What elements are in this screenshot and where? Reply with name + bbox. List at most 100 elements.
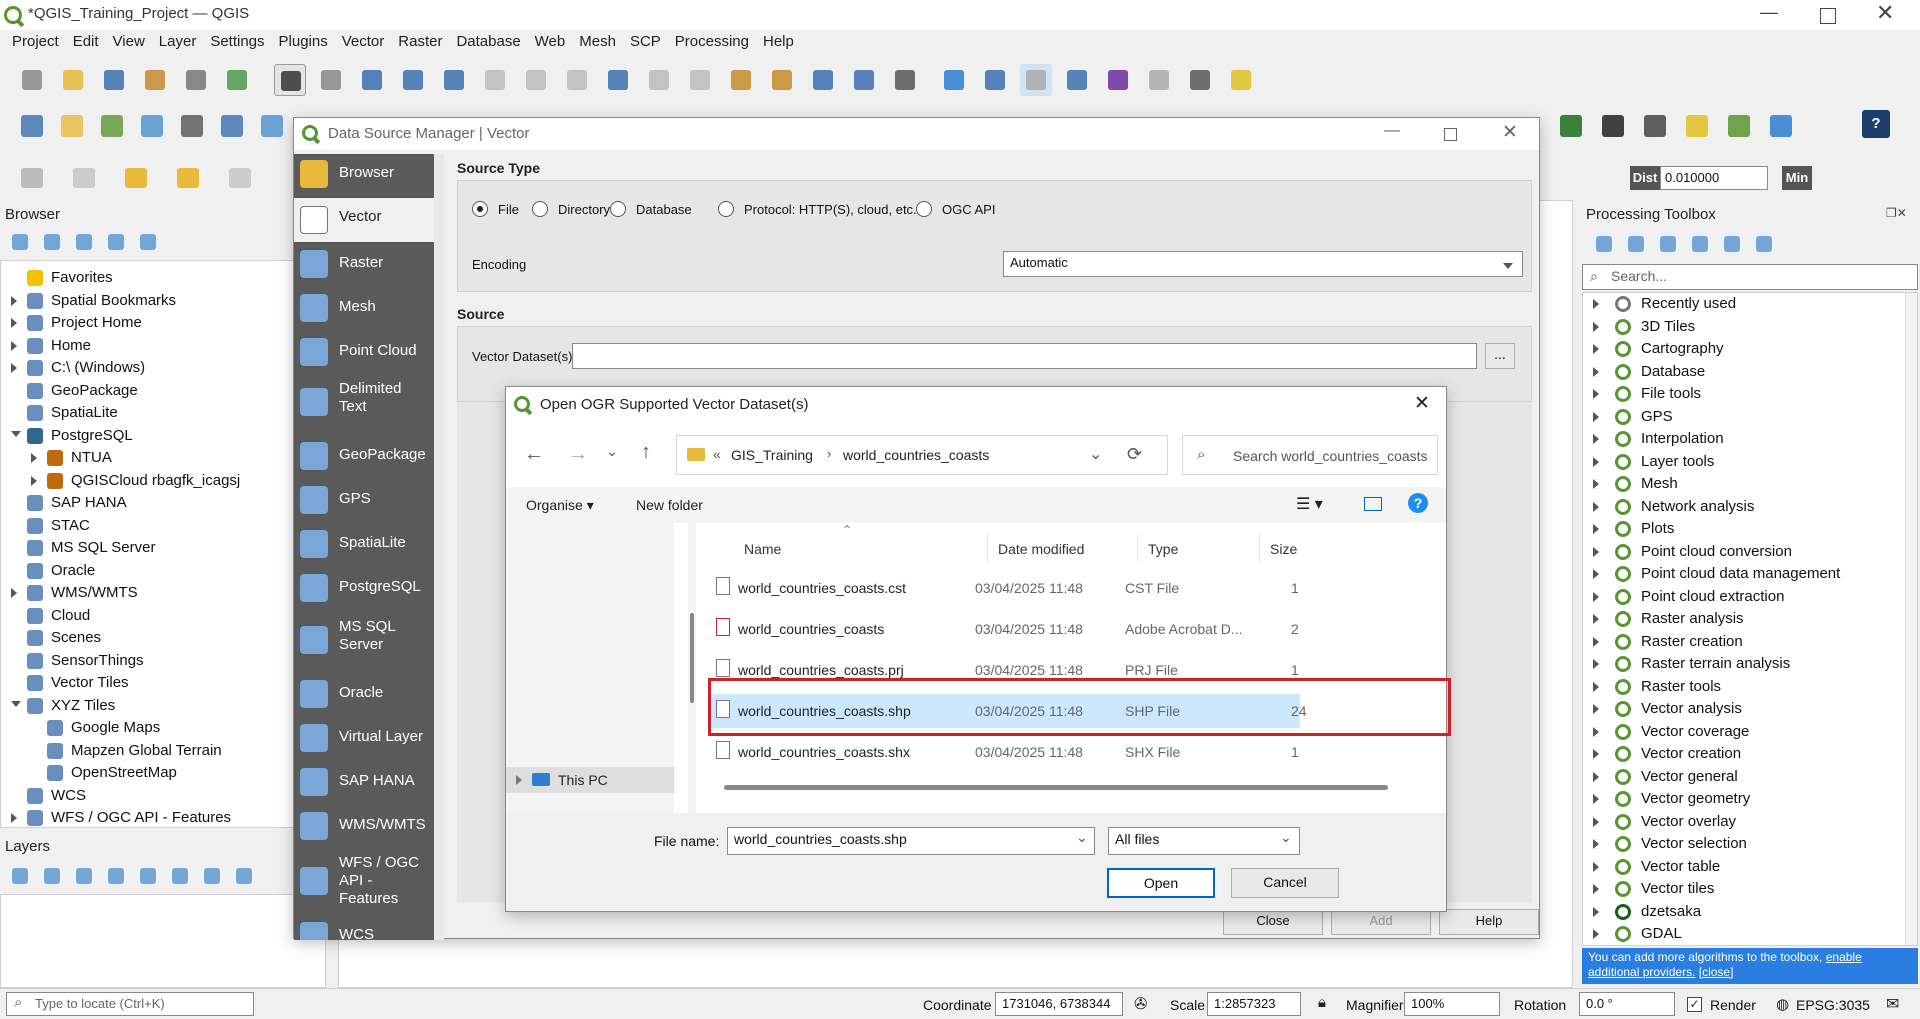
python-scripts-icon[interactable]	[1626, 234, 1646, 254]
toolbox-item-interpolation[interactable]: Interpolation	[1593, 430, 1724, 452]
edit-in-place-icon[interactable]	[1722, 234, 1742, 254]
file-row[interactable]: world_countries_coasts.shp 03/04/2025 11:…	[710, 694, 1307, 728]
browser-item-project-home[interactable]: Project Home	[11, 314, 142, 336]
path-segment-2[interactable]: world_countries_coasts	[843, 447, 989, 463]
browser-item-sensorthings[interactable]: SensorThings	[27, 652, 144, 674]
toolbox-item-point-cloud-extraction[interactable]: Point cloud extraction	[1593, 588, 1784, 610]
browse-button[interactable]: ...	[1485, 343, 1515, 369]
horizontal-scrollbar[interactable]	[724, 785, 1388, 790]
nav-item-this-pc[interactable]: This PC	[506, 767, 674, 793]
toolbox-item-layer-tools[interactable]: Layer tools	[1593, 453, 1714, 475]
view-options-icon[interactable]: ☰ ▾	[1296, 494, 1323, 514]
source-type-label[interactable]: File	[498, 202, 519, 217]
close-notice-link[interactable]: [close]	[1699, 965, 1734, 979]
annotation-icon[interactable]	[1184, 64, 1216, 96]
menu-processing[interactable]: Processing	[668, 30, 756, 53]
browser-item-stac[interactable]: STAC	[27, 517, 90, 539]
col-name[interactable]: Name	[744, 541, 781, 557]
toolbox-item-vector-selection[interactable]: Vector selection	[1593, 835, 1747, 857]
menu-raster[interactable]: Raster	[391, 30, 449, 53]
menu-settings[interactable]: Settings	[203, 30, 271, 53]
toolbox-item-gdal[interactable]: GDAL	[1593, 925, 1682, 945]
expand-arrow-icon[interactable]	[11, 363, 17, 373]
source-type-radio-protocol-http-s-cloud-etc[interactable]	[718, 201, 734, 217]
new-3d-view-icon[interactable]	[725, 64, 757, 96]
dsm-tab-browser[interactable]: Browser	[294, 154, 434, 194]
expand-arrow-icon[interactable]	[1593, 816, 1599, 827]
toolbox-item-dzetsaka[interactable]: dzetsaka	[1593, 903, 1701, 925]
browser-item-favorites[interactable]: Favorites	[27, 269, 113, 291]
zoom-native-icon[interactable]	[561, 64, 593, 96]
network-icon[interactable]	[1765, 110, 1797, 142]
new-project-icon[interactable]	[16, 64, 48, 96]
pan-to-selection-icon[interactable]	[315, 64, 347, 96]
expand-arrow-icon[interactable]	[1593, 456, 1599, 467]
expand-arrow-icon[interactable]	[31, 453, 37, 463]
dsm-tab-spatialite[interactable]: SpatiaLite	[294, 524, 434, 564]
browser-item-geopackage[interactable]: GeoPackage	[27, 382, 138, 404]
toolbox-item-vector-geometry[interactable]: Vector geometry	[1593, 790, 1750, 812]
add-group-icon[interactable]	[42, 866, 62, 886]
toolbox-item-mesh[interactable]: Mesh	[1593, 475, 1678, 497]
browser-item-wfs-ogc-api-features[interactable]: WFS / OGC API - Features	[11, 809, 231, 831]
dsm-sidebar-scrollbar[interactable]	[434, 154, 444, 940]
expand-arrow-icon[interactable]	[516, 775, 522, 785]
menu-project[interactable]: Project	[5, 30, 66, 53]
zoom-next-icon[interactable]	[643, 64, 675, 96]
toolbox-item-raster-creation[interactable]: Raster creation	[1593, 633, 1743, 655]
expand-arrow-icon[interactable]	[1593, 299, 1599, 309]
browser-item-sap-hana[interactable]: SAP HANA	[27, 494, 127, 516]
maximize-icon[interactable]	[1820, 8, 1836, 24]
crs-globe-icon[interactable]: ◍	[1776, 995, 1789, 1013]
file-name-chevron-icon[interactable]: ⌄	[1076, 829, 1088, 846]
col-type[interactable]: Type	[1148, 541, 1178, 557]
magnifier-input[interactable]: 100%	[1404, 992, 1500, 1016]
results-icon[interactable]	[1690, 234, 1710, 254]
back-arrow-icon[interactable]: ←	[524, 443, 544, 466]
browser-item-xyz-tiles[interactable]: XYZ Tiles	[11, 697, 115, 719]
expand-arrow-icon[interactable]	[1593, 389, 1599, 399]
rotation-input[interactable]: 0.0 °	[1579, 992, 1675, 1016]
browser-item-spatialite[interactable]: SpatiaLite	[27, 404, 118, 426]
menu-help[interactable]: Help	[756, 30, 801, 53]
toolbox-item-vector-analysis[interactable]: Vector analysis	[1593, 700, 1742, 722]
menu-web[interactable]: Web	[528, 30, 573, 53]
file-row[interactable]: world_countries_coasts.shx 03/04/2025 11:…	[710, 735, 1300, 769]
toolbox-item-vector-overlay[interactable]: Vector overlay	[1593, 813, 1736, 835]
properties-icon[interactable]	[138, 232, 158, 252]
expand-arrow-icon[interactable]	[1593, 434, 1599, 444]
select-dropdown-icon[interactable]	[68, 162, 100, 194]
file-row[interactable]: world_countries_coasts 03/04/2025 11:48 Ad…	[710, 612, 1300, 646]
python-bulb-icon[interactable]	[1681, 110, 1713, 142]
digitize-icon[interactable]	[136, 110, 168, 142]
locator-input[interactable]: Type to locate (Ctrl+K)	[6, 992, 254, 1016]
dsm-tab-raster[interactable]: Raster	[294, 244, 434, 284]
preview-pane-icon[interactable]	[1364, 497, 1382, 511]
toolbox-item-file-tools[interactable]: File tools	[1593, 385, 1701, 407]
expand-arrow-icon[interactable]	[1593, 614, 1599, 624]
source-type-label[interactable]: Directory	[558, 202, 610, 217]
statistics-sigma-icon[interactable]	[1061, 64, 1093, 96]
expand-arrow-icon[interactable]	[1593, 726, 1599, 737]
source-type-radio-ogc-api[interactable]	[916, 201, 932, 217]
settings-gear-icon[interactable]	[1020, 64, 1052, 96]
expand-arrow-icon[interactable]	[1593, 321, 1599, 332]
browser-item-wms-wmts[interactable]: WMS/WMTS	[11, 584, 138, 606]
crs-label[interactable]: EPSG:3035	[1796, 997, 1870, 1013]
toolbox-item-gps[interactable]: GPS	[1593, 408, 1673, 430]
expand-arrow-icon[interactable]	[1593, 501, 1599, 512]
source-type-label[interactable]: Database	[636, 202, 692, 217]
source-type-radio-file[interactable]	[472, 201, 488, 217]
dsm-tab-postgresql[interactable]: PostgreSQL	[294, 568, 434, 608]
toolbox-item-point-cloud-data-management[interactable]: Point cloud data management	[1593, 565, 1840, 587]
toolbox-item-vector-coverage[interactable]: Vector coverage	[1593, 723, 1749, 745]
address-bar[interactable]: « GIS_Training › world_countries_coasts …	[676, 435, 1168, 475]
expand-arrow-icon[interactable]	[1593, 366, 1599, 377]
zoom-full-icon[interactable]	[438, 64, 470, 96]
path-segment-1[interactable]: GIS_Training	[731, 447, 813, 463]
source-type-radio-database[interactable]	[610, 201, 626, 217]
col-size[interactable]: Size	[1270, 541, 1297, 557]
zoom-last-icon[interactable]	[602, 64, 634, 96]
close-button[interactable]: Close	[1223, 909, 1323, 935]
coordinate-input[interactable]: 1731046, 6738344	[995, 992, 1123, 1016]
